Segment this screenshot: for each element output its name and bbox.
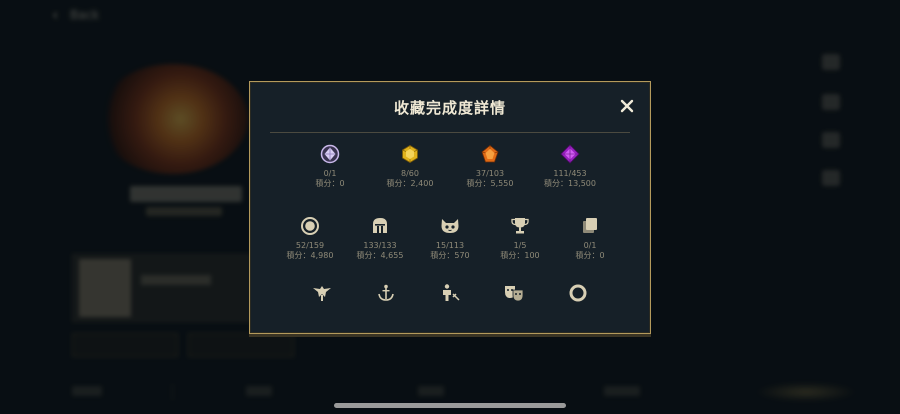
helmet-icon <box>373 218 387 233</box>
stat-count: 52/159 <box>295 241 325 250</box>
stat-score: 積分：4,980 <box>286 251 334 260</box>
stat-poros[interactable]: 15/113 積分：570 <box>424 216 476 261</box>
stat-score: 積分：0 <box>575 251 605 260</box>
stat-count: 8/60 <box>401 169 419 178</box>
gem-stats-row: 0/1 積分：0 8/60 積分：2,400 37/103 積分：5,550 1… <box>250 144 650 189</box>
orange-gem-icon <box>481 144 499 163</box>
collection-details-dialog: 收藏完成度詳情 0/1 積分：0 8/60 積分：2,400 37/103 積分… <box>249 81 651 334</box>
stat-count: 1/5 <box>513 241 527 250</box>
more-categories-row <box>250 282 650 304</box>
stat-champions[interactable]: 133/133 積分：4,655 <box>354 216 406 261</box>
stat-count: 15/113 <box>435 241 465 250</box>
category-anchors[interactable] <box>373 282 399 304</box>
emblem-icon <box>313 286 331 301</box>
stat-score: 積分：2,400 <box>386 179 434 188</box>
category-emblems[interactable] <box>309 282 335 304</box>
stat-cards[interactable]: 0/1 積分：0 <box>564 216 616 261</box>
stat-score: 積分：100 <box>500 251 540 260</box>
poro-icon <box>441 219 459 233</box>
lavender-gem-icon <box>320 144 340 164</box>
category-emotes[interactable] <box>437 282 463 304</box>
stat-purple-gem[interactable]: 111/453 積分：13,500 <box>544 144 596 189</box>
ward-ring-icon <box>301 217 319 235</box>
trophy-icon <box>511 218 529 234</box>
stat-score: 積分：4,655 <box>356 251 404 260</box>
stat-count: 0/1 <box>583 241 597 250</box>
ring-icon <box>569 284 587 302</box>
stat-count: 111/453 <box>553 169 587 178</box>
masks-icon <box>505 286 524 302</box>
pose-icon <box>443 284 460 301</box>
stat-score: 積分：0 <box>315 179 345 188</box>
anchor-icon <box>378 284 394 301</box>
stat-orange-gem[interactable]: 37/103 積分：5,550 <box>464 144 516 189</box>
stat-count: 133/133 <box>363 241 397 250</box>
stat-gold-gem[interactable]: 8/60 積分：2,400 <box>384 144 436 189</box>
category-masks[interactable] <box>501 282 527 304</box>
close-button[interactable] <box>620 98 634 113</box>
stat-count: 37/103 <box>475 169 505 178</box>
collection-stats-row: 52/159 積分：4,980 133/133 積分：4,655 15/113 … <box>250 216 650 261</box>
stat-wards[interactable]: 52/159 積分：4,980 <box>284 216 336 261</box>
stat-lavender-gem[interactable]: 0/1 積分：0 <box>304 144 356 189</box>
category-rings[interactable] <box>565 282 591 304</box>
cards-icon <box>583 218 597 233</box>
purple-gem-icon <box>560 144 580 164</box>
gold-gem-icon <box>402 145 418 163</box>
stat-count: 0/1 <box>323 169 337 178</box>
home-indicator[interactable] <box>334 403 566 408</box>
stat-score: 積分：570 <box>430 251 470 260</box>
stat-score: 積分：5,550 <box>466 179 514 188</box>
title-divider <box>270 132 630 133</box>
dialog-title: 收藏完成度詳情 <box>393 99 506 117</box>
stat-score: 積分：13,500 <box>544 179 596 188</box>
stat-trophies[interactable]: 1/5 積分：100 <box>494 216 546 261</box>
close-icon <box>620 99 634 113</box>
